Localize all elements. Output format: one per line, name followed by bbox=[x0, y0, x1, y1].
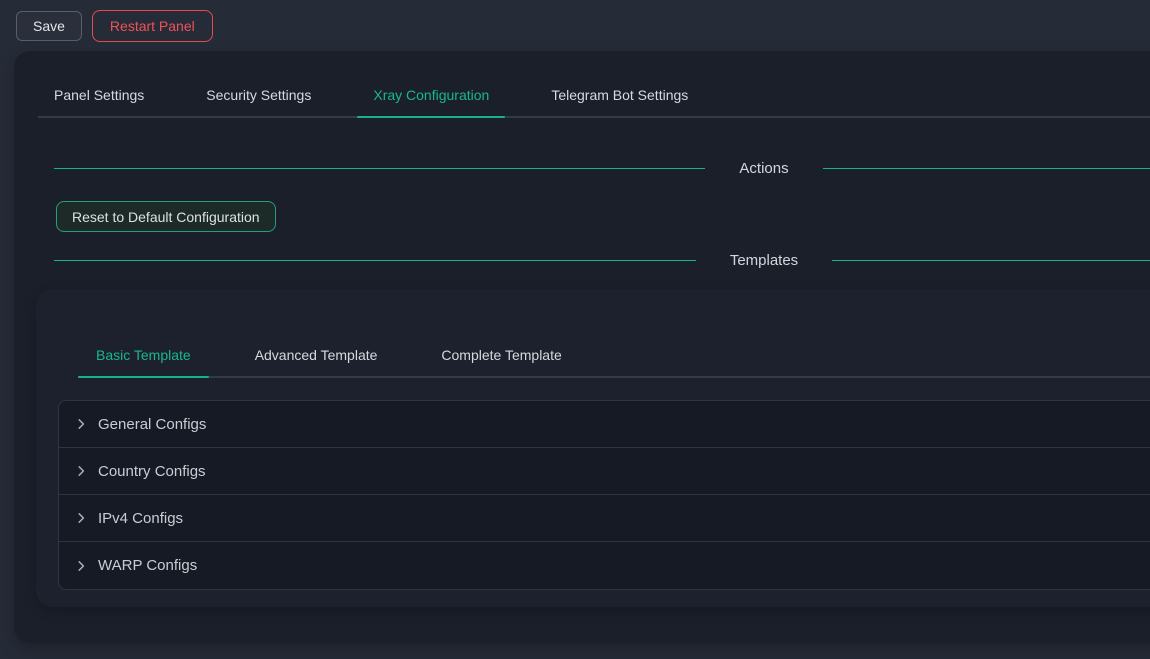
templates-section-title: Templates bbox=[730, 252, 798, 269]
tab-telegram-bot-settings[interactable]: Telegram Bot Settings bbox=[535, 87, 704, 116]
accordion-item-general-configs[interactable]: General Configs bbox=[59, 401, 1150, 448]
chevron-right-icon bbox=[75, 560, 87, 572]
actions-section-title: Actions bbox=[739, 160, 788, 177]
tab-advanced-template[interactable]: Advanced Template bbox=[237, 347, 396, 376]
templates-card: Basic Template Advanced Template Complet… bbox=[36, 289, 1150, 607]
accordion-item-label: General Configs bbox=[98, 416, 206, 433]
templates-divider: Templates bbox=[54, 252, 1150, 269]
configs-accordion: General Configs Country Configs IPv4 Con… bbox=[58, 400, 1150, 590]
divider-line bbox=[54, 260, 696, 261]
accordion-item-country-configs[interactable]: Country Configs bbox=[59, 448, 1150, 495]
tab-panel-settings[interactable]: Panel Settings bbox=[38, 87, 160, 116]
divider-line bbox=[54, 168, 705, 169]
tab-security-settings[interactable]: Security Settings bbox=[190, 87, 327, 116]
chevron-right-icon bbox=[75, 418, 87, 430]
settings-card: Panel Settings Security Settings Xray Co… bbox=[14, 51, 1150, 643]
reset-default-configuration-button[interactable]: Reset to Default Configuration bbox=[56, 201, 276, 232]
tab-basic-template[interactable]: Basic Template bbox=[78, 347, 209, 376]
divider-line bbox=[832, 260, 1150, 261]
save-button[interactable]: Save bbox=[16, 11, 82, 41]
chevron-right-icon bbox=[75, 465, 87, 477]
chevron-right-icon bbox=[75, 512, 87, 524]
accordion-item-label: WARP Configs bbox=[98, 557, 197, 574]
actions-divider: Actions bbox=[54, 160, 1150, 177]
tab-complete-template[interactable]: Complete Template bbox=[423, 347, 579, 376]
accordion-item-ipv4-configs[interactable]: IPv4 Configs bbox=[59, 495, 1150, 542]
accordion-item-warp-configs[interactable]: WARP Configs bbox=[59, 542, 1150, 589]
settings-tabs: Panel Settings Security Settings Xray Co… bbox=[38, 51, 1150, 118]
divider-line bbox=[823, 168, 1150, 169]
accordion-item-label: Country Configs bbox=[98, 463, 206, 480]
template-tabs: Basic Template Advanced Template Complet… bbox=[78, 289, 1150, 378]
restart-panel-button[interactable]: Restart Panel bbox=[92, 10, 213, 42]
accordion-item-label: IPv4 Configs bbox=[98, 510, 183, 527]
tab-xray-configuration[interactable]: Xray Configuration bbox=[357, 87, 505, 116]
top-action-bar: Save Restart Panel bbox=[0, 0, 1150, 51]
